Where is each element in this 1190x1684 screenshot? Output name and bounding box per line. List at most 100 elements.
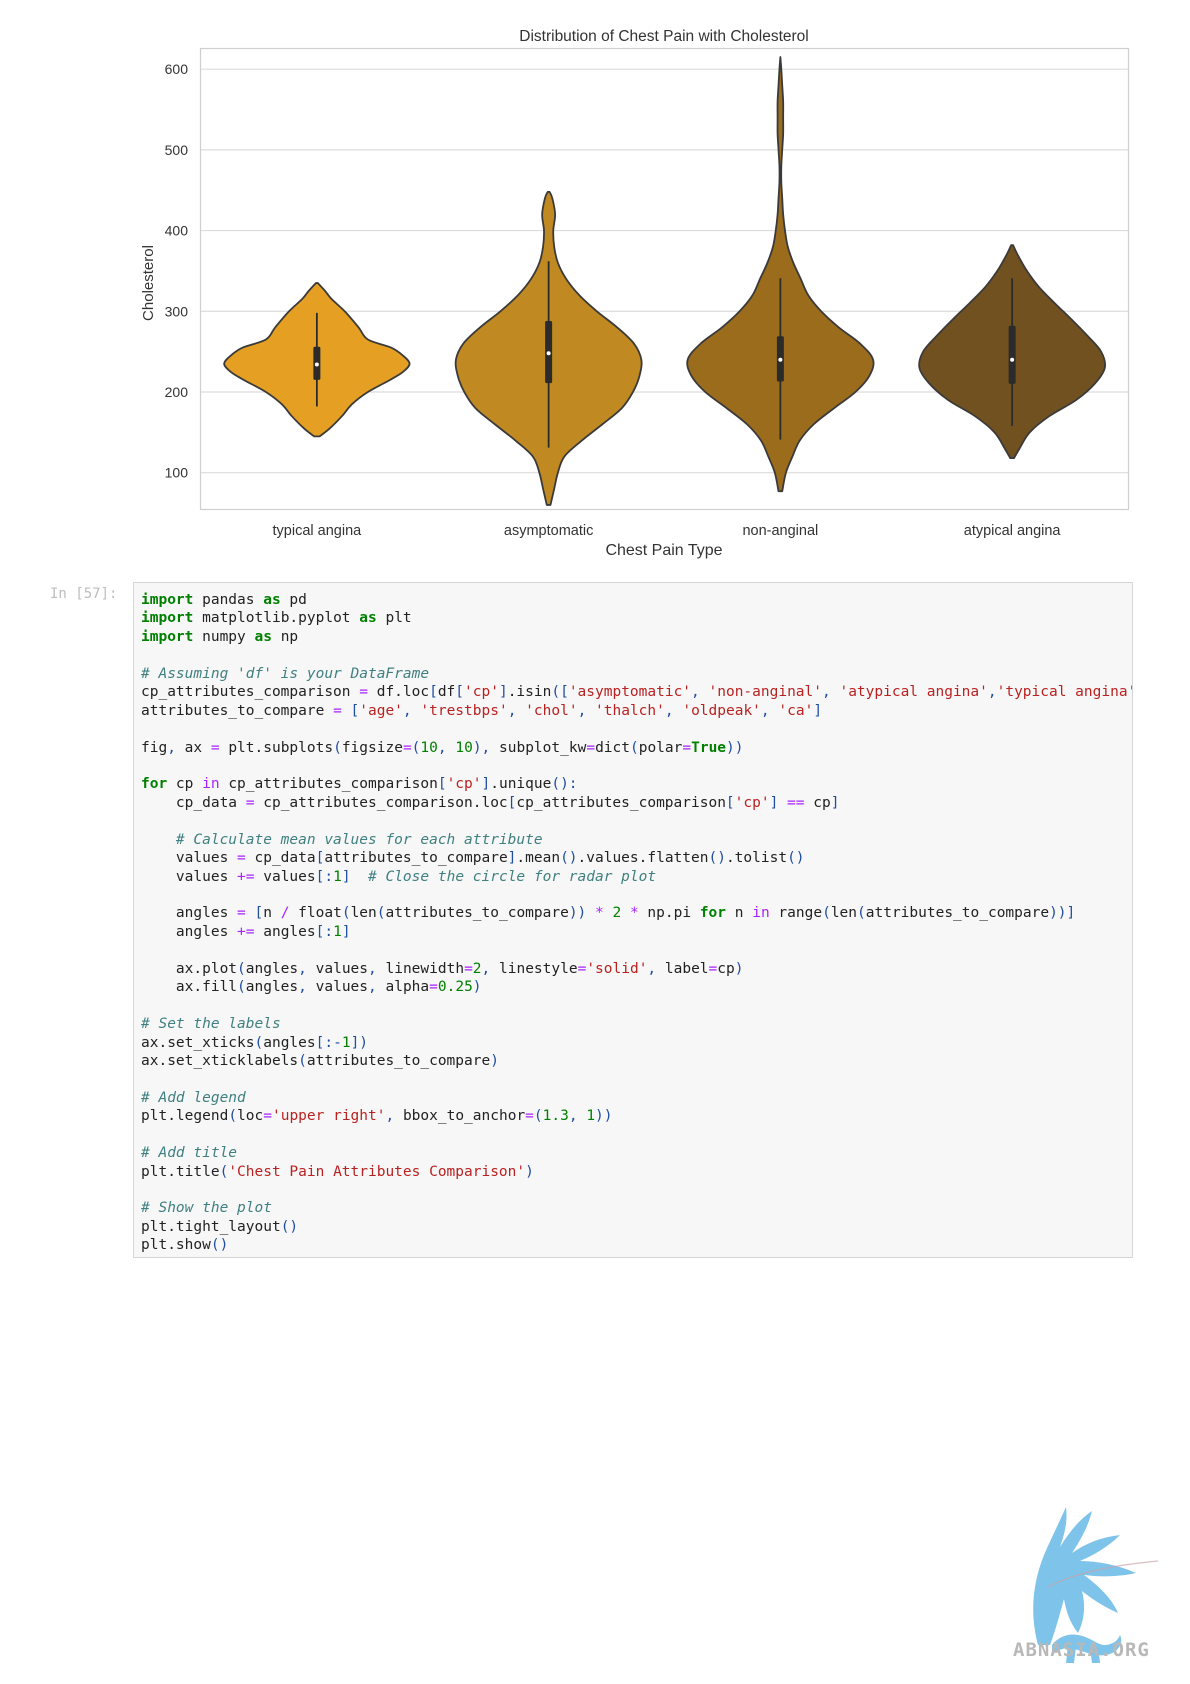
y-tick-label: 300 bbox=[165, 303, 189, 319]
code-token: import bbox=[141, 592, 194, 608]
code-token: = bbox=[577, 960, 587, 977]
code-token: import bbox=[141, 610, 194, 627]
x-tick-label: typical angina bbox=[273, 523, 363, 539]
code-token: = bbox=[525, 1108, 534, 1125]
violin-atypical-angina bbox=[918, 244, 1107, 460]
code-token: ax.set_xticks bbox=[141, 1034, 255, 1051]
code-token: 1 bbox=[586, 1108, 596, 1125]
code-token: values bbox=[315, 979, 369, 996]
code-token: cp_data bbox=[141, 794, 246, 811]
code-token: 1 bbox=[333, 923, 342, 940]
code-token: == bbox=[787, 794, 805, 811]
code-token: , bbox=[167, 739, 176, 756]
code-line: import numpy as np bbox=[141, 628, 1132, 646]
code-token: ( bbox=[376, 905, 386, 922]
code-token: as bbox=[263, 592, 281, 608]
x-tick-label: non-anginal bbox=[742, 523, 818, 539]
code-token: 'solid' bbox=[586, 960, 648, 977]
code-token: = bbox=[682, 739, 692, 756]
code-token: figsize bbox=[341, 739, 403, 756]
code-token: # Set the labels bbox=[141, 1016, 281, 1033]
code-token: = bbox=[359, 684, 368, 701]
code-token: ] bbox=[341, 923, 351, 940]
code-line: # Assuming 'df' is your DataFrame bbox=[141, 665, 1132, 683]
code-line: # Calculate mean values for each attribu… bbox=[141, 831, 1132, 849]
code-token: , bbox=[368, 979, 386, 996]
code-token: pd bbox=[280, 592, 307, 608]
code-token: = bbox=[402, 739, 412, 756]
code-token: [ bbox=[254, 905, 264, 922]
code-token: , bbox=[691, 684, 709, 701]
code-line: values += values[:1] # Close the circle … bbox=[141, 868, 1132, 886]
code-token: n bbox=[726, 905, 753, 922]
code-token: import bbox=[141, 628, 194, 645]
code-token: = bbox=[210, 739, 220, 756]
code-token: df.loc bbox=[367, 684, 430, 701]
code-line: values = cp_data[attributes_to_compare].… bbox=[141, 849, 1132, 867]
code-token: ( bbox=[533, 1108, 543, 1125]
code-token: = bbox=[245, 794, 255, 811]
code-token: plt.show bbox=[141, 1237, 211, 1254]
code-token: , bbox=[577, 702, 596, 719]
code-token: cp_attributes_comparison bbox=[141, 684, 360, 701]
chart-title: Distribution of Chest Pain with Choleste… bbox=[519, 28, 808, 45]
code-token: 'age' bbox=[359, 702, 403, 719]
code-token: polar bbox=[638, 739, 683, 756]
x-tick-label: asymptomatic bbox=[504, 523, 593, 539]
code-token: ]) bbox=[350, 1034, 369, 1051]
code-token: 'atypical angina' bbox=[839, 684, 988, 701]
code-token: 'cp' bbox=[464, 684, 499, 701]
code-token: 'cp' bbox=[734, 794, 770, 811]
code-line: cp_attributes_comparison = df.loc[df['cp… bbox=[141, 683, 1132, 701]
code-cell[interactable]: import pandas as pd import matplotlib.pyp… bbox=[133, 582, 1133, 1258]
code-line: angles = [n / float(len(attributes_to_co… bbox=[141, 904, 1132, 922]
code-block[interactable]: import pandas as pd import matplotlib.pyp… bbox=[134, 583, 1132, 1255]
code-token: 'cp' bbox=[446, 776, 482, 793]
violin-median-dot bbox=[314, 362, 319, 367]
code-token: float bbox=[289, 905, 342, 922]
code-token: # Calculate mean values for each attribu… bbox=[175, 831, 543, 848]
code-token: angles bbox=[263, 1034, 316, 1051]
code-line: import pandas as pd bbox=[141, 591, 1132, 609]
code-token: # Show the plot bbox=[141, 1200, 272, 1217]
code-token: 'oldpeak' bbox=[682, 702, 761, 719]
code-token: numpy bbox=[193, 628, 255, 645]
code-token: range bbox=[769, 905, 823, 922]
code-token: = bbox=[429, 979, 438, 996]
code-token: ), bbox=[472, 739, 500, 756]
x-tick-labels: typical angina asymptomatic non-anginal aty… bbox=[273, 523, 1062, 539]
code-token: label bbox=[664, 960, 709, 977]
code-token: plt.legend bbox=[141, 1108, 229, 1125]
code-token: linestyle bbox=[499, 960, 578, 977]
code-token: ( bbox=[857, 905, 866, 922]
code-token: 'Chest Pain Attributes Comparison' bbox=[228, 1163, 526, 1180]
code-line: plt.tight_layout() bbox=[141, 1218, 1132, 1236]
code-token: ( bbox=[219, 1163, 229, 1180]
violin-median-dot bbox=[546, 351, 551, 356]
violin-median-dot bbox=[778, 357, 783, 362]
code-line: plt.legend(loc='upper right', bbox_to_an… bbox=[141, 1107, 1132, 1125]
code-token: [ bbox=[437, 776, 447, 793]
code-token: = bbox=[263, 1108, 272, 1125]
code-line: # Set the labels bbox=[141, 1015, 1132, 1033]
code-token: subplot_kw bbox=[499, 739, 587, 756]
code-token: * bbox=[629, 905, 639, 922]
code-line: attributes_to_compare = ['age', 'trestbp… bbox=[141, 702, 1132, 720]
code-token: attributes_to_compare bbox=[865, 905, 1050, 922]
code-token: = bbox=[237, 905, 246, 922]
code-token: ( bbox=[254, 1034, 264, 1051]
code-token: cp_attributes_comparison bbox=[219, 776, 438, 793]
code-token: , bbox=[647, 960, 665, 977]
code-token: angles bbox=[254, 923, 316, 940]
code-token: , bbox=[298, 979, 316, 996]
code-token: ] bbox=[813, 702, 823, 719]
code-token: 'chol' bbox=[525, 702, 578, 719]
x-tick-label: atypical angina bbox=[964, 523, 1062, 539]
code-line: plt.title('Chest Pain Attributes Compari… bbox=[141, 1163, 1132, 1181]
